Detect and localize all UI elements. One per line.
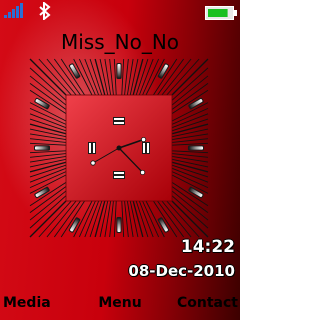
tick-mark — [171, 195, 209, 229]
hour-marker — [188, 186, 204, 199]
tick-mark — [171, 155, 209, 163]
hour-marker — [68, 217, 81, 233]
tick-mark — [171, 153, 209, 158]
tick-mark — [29, 195, 67, 229]
analog-clock[interactable] — [28, 57, 210, 239]
tick-mark — [29, 153, 67, 158]
tick-mark — [113, 200, 117, 238]
tick-mark — [121, 200, 125, 238]
tick-mark — [29, 133, 67, 141]
hour-marker — [116, 217, 122, 233]
hour-marker — [34, 97, 50, 110]
tick-mark — [113, 58, 117, 96]
softkey-bar: Media Menu Contact — [0, 294, 240, 314]
standby-screen: Miss_No_No 14:22 08-Dec-2010 Media Menu … — [0, 0, 240, 320]
hour-marker — [68, 63, 81, 79]
tick-mark — [29, 138, 67, 143]
clock-center-pin — [116, 145, 122, 151]
hour-marker — [157, 63, 170, 79]
tick-mark — [171, 58, 209, 96]
tick-mark — [171, 67, 209, 101]
inner-hour-marker — [88, 142, 96, 154]
tick-mark — [109, 58, 114, 96]
inner-hour-marker — [113, 171, 125, 179]
tick-mark — [171, 133, 209, 141]
hour-marker — [188, 145, 204, 151]
tick-mark — [126, 200, 134, 238]
tick-mark — [124, 58, 129, 96]
status-bar — [0, 0, 240, 24]
hour-marker — [188, 97, 204, 110]
tick-mark — [29, 142, 67, 146]
tick-mark — [38, 58, 72, 96]
tick-mark — [171, 150, 209, 154]
hour-marker — [116, 63, 122, 79]
tick-mark — [29, 67, 67, 101]
hour-hand-tip — [140, 136, 147, 143]
contact-softkey[interactable]: Contact — [177, 294, 238, 312]
operator-name: Miss_No_No — [60, 30, 180, 54]
tick-mark — [166, 200, 200, 238]
inner-hour-marker — [113, 117, 125, 125]
minute-hand-tip — [140, 169, 146, 176]
hour-marker — [157, 217, 170, 233]
clock-face — [29, 58, 209, 238]
tick-mark — [126, 58, 134, 96]
tick-mark — [104, 200, 112, 238]
tick-mark — [121, 58, 125, 96]
digital-time: 14:22 — [180, 237, 235, 257]
tick-mark — [166, 58, 200, 96]
battery-icon — [205, 5, 237, 24]
tick-mark — [171, 200, 209, 238]
hour-marker — [34, 186, 50, 199]
hour-marker — [34, 145, 50, 151]
tick-mark — [29, 200, 67, 238]
date-display: 08-Dec-2010 — [128, 262, 235, 280]
tick-mark — [104, 58, 112, 96]
tick-mark — [171, 138, 209, 143]
bluetooth-icon — [38, 0, 52, 24]
tick-mark — [171, 142, 209, 146]
tick-mark — [109, 200, 114, 238]
tick-mark — [124, 200, 129, 238]
tick-mark — [29, 150, 67, 154]
signal-strength-icon — [3, 3, 25, 23]
tick-mark — [29, 155, 67, 163]
tick-mark — [38, 200, 72, 238]
tick-mark — [29, 58, 67, 96]
second-hand-tip — [90, 160, 96, 166]
inner-hour-marker — [142, 142, 150, 154]
